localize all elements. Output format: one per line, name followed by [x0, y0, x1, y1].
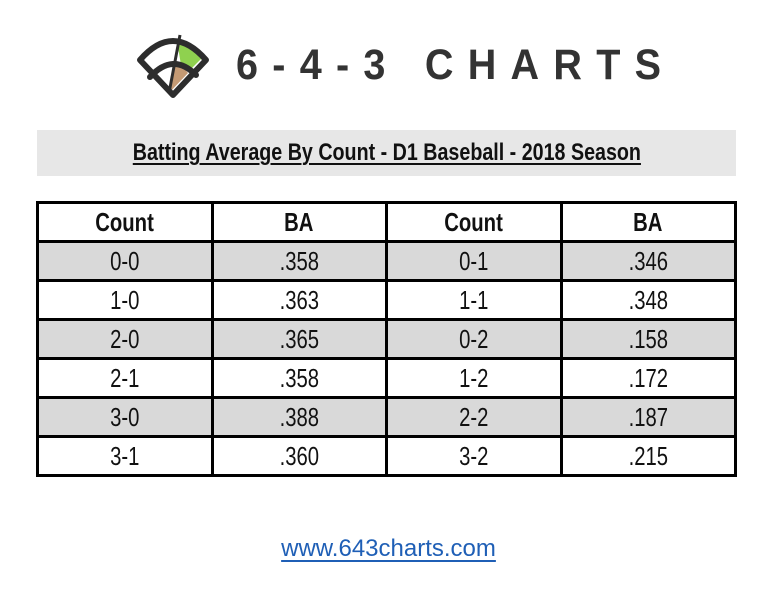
title-banner: Batting Average By Count - D1 Baseball -… [37, 130, 736, 176]
ba-cell: .172 [559, 357, 737, 399]
count-cell: 0-0 [36, 240, 214, 282]
ba-cell: .348 [559, 279, 737, 321]
count-cell: 1-1 [385, 279, 563, 321]
ba-cell: .358 [210, 357, 388, 399]
count-cell: 2-2 [385, 396, 563, 438]
ba-cell: .363 [210, 279, 388, 321]
count-cell: 3-0 [36, 396, 214, 438]
baseball-field-icon [137, 34, 209, 98]
ba-cell: .187 [559, 396, 737, 438]
column-header-count-right: Count [385, 201, 563, 243]
ba-cell: .346 [559, 240, 737, 282]
ba-cell: .388 [210, 396, 388, 438]
table-row: 3-1.360 3-2.215 [36, 435, 737, 477]
column-header-ba-left: BA [210, 201, 388, 243]
website-link[interactable]: www.643charts.com [281, 535, 496, 562]
logo-text: 6-4-3 CHARTS [236, 41, 676, 89]
column-header-ba-right: BA [559, 201, 737, 243]
logo: 6-4-3 CHARTS [133, 27, 661, 102]
ba-cell: .358 [210, 240, 388, 282]
count-cell: 3-1 [36, 435, 214, 477]
count-cell: 3-2 [385, 435, 563, 477]
count-cell: 0-2 [385, 318, 563, 360]
count-cell: 1-0 [36, 279, 214, 321]
ba-cell: .215 [559, 435, 737, 477]
count-cell: 1-2 [385, 357, 563, 399]
count-cell: 0-1 [385, 240, 563, 282]
batting-average-table: Count BA Count BA 0-0.358 0-1.346 1-0.363 1… [36, 201, 737, 477]
table-row: 2-0.365 0-2.158 [36, 318, 737, 360]
table-row: 0-0.358 0-1.346 [36, 240, 737, 282]
column-header-count-left: Count [36, 201, 214, 243]
footer: www.643charts.com [0, 535, 777, 563]
ba-cell: .365 [210, 318, 388, 360]
table-header-row: Count BA Count BA [36, 201, 737, 243]
table-row: 2-1.358 1-2.172 [36, 357, 737, 399]
ba-cell: .360 [210, 435, 388, 477]
table-row: 3-0.388 2-2.187 [36, 396, 737, 438]
page-title: Batting Average By Count - D1 Baseball -… [132, 139, 641, 166]
count-cell: 2-0 [36, 318, 214, 360]
ba-cell: .158 [559, 318, 737, 360]
table-row: 1-0.363 1-1.348 [36, 279, 737, 321]
count-cell: 2-1 [36, 357, 214, 399]
table-body: 0-0.358 0-1.346 1-0.363 1-1.348 2-0.365 0-2.1… [36, 240, 737, 477]
